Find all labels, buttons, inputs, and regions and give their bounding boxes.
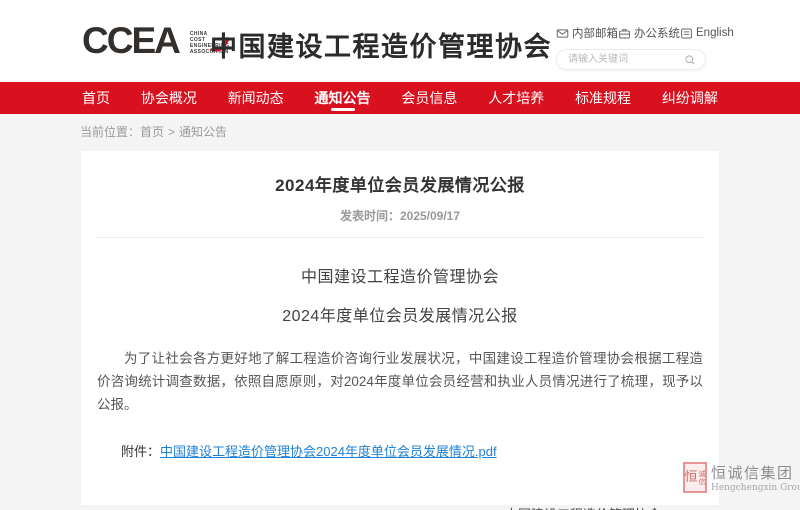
mail-icon xyxy=(556,27,569,40)
main-nav: 首页 协会概况 新闻动态 通知公告 会员信息 人才培养 标准规程 纠纷调解 xyxy=(0,82,800,114)
site-logo[interactable]: CCEA CHINA COST ENGINEERING ASSOCIATION xyxy=(82,22,229,60)
quick-link-label: 内部邮箱 xyxy=(572,25,618,41)
nav-item-about[interactable]: 协会概况 xyxy=(139,82,199,114)
search-icon[interactable] xyxy=(684,54,696,66)
signature-block: 中国建设工程造价管理协会 2025年9月17日 xyxy=(505,504,661,510)
watermark-name-en: Hengchengxin Group xyxy=(711,483,800,493)
quick-links: 内部邮箱 办公系统 xyxy=(556,25,706,41)
publish-time-label: 发表时间： xyxy=(340,209,400,223)
nav-item-home[interactable]: 首页 xyxy=(80,82,112,114)
quick-link-label: English xyxy=(696,27,734,39)
nav-item-dispute[interactable]: 纠纷调解 xyxy=(660,82,720,114)
search-box xyxy=(556,49,706,70)
quick-link-label: 办公系统 xyxy=(634,25,680,41)
logo-acronym: CCEA xyxy=(82,22,183,60)
publish-time: 发表时间：2025/09/17 xyxy=(81,207,719,224)
nav-item-standards[interactable]: 标准规程 xyxy=(573,82,633,114)
watermark-name-cn: 恒诚信集团 xyxy=(711,465,800,481)
breadcrumb-home[interactable]: 首页 xyxy=(140,125,164,139)
article-title: 2024年度单位会员发展情况公报 xyxy=(81,151,719,196)
quick-link-english[interactable]: English xyxy=(680,27,734,40)
article-card: 2024年度单位会员发展情况公报 发表时间：2025/09/17 中国建设工程造… xyxy=(81,151,719,505)
nav-item-news[interactable]: 新闻动态 xyxy=(226,82,286,114)
quick-link-office-system[interactable]: 办公系统 xyxy=(618,25,680,41)
article-paragraph: 为了让社会各方更好地了解工程造价咨询行业发展状况，中国建设工程造价管理协会根据工… xyxy=(97,347,703,416)
site-title: 中国建设工程造价管理协会 xyxy=(210,25,552,64)
breadcrumb: 当前位置：首页 > 通知公告 xyxy=(80,123,720,140)
publish-time-value: 2025/09/17 xyxy=(400,209,460,223)
page: CCEA CHINA COST ENGINEERING ASSOCIATION … xyxy=(0,0,800,510)
attachment-row: 附件：中国建设工程造价管理协会2024年度单位会员发展情况.pdf xyxy=(121,441,703,460)
quick-link-internal-mail[interactable]: 内部邮箱 xyxy=(556,25,618,41)
breadcrumb-separator: > xyxy=(168,125,175,139)
search-input[interactable] xyxy=(566,53,684,66)
briefcase-icon xyxy=(618,27,631,40)
breadcrumb-current[interactable]: 通知公告 xyxy=(179,125,227,139)
attachment-label: 附件： xyxy=(121,444,160,459)
breadcrumb-prefix: 当前位置： xyxy=(80,125,140,139)
nav-item-notices[interactable]: 通知公告 xyxy=(313,82,373,114)
watermark-text: 恒诚信集团 Hengchengxin Group xyxy=(711,462,800,493)
article-heading-org: 中国建设工程造价管理协会 xyxy=(81,263,719,287)
translate-icon xyxy=(680,27,693,40)
signature-org: 中国建设工程造价管理协会 xyxy=(505,504,661,510)
nav-item-training[interactable]: 人才培养 xyxy=(486,82,546,114)
nav-item-members[interactable]: 会员信息 xyxy=(399,82,459,114)
site-header: CCEA CHINA COST ENGINEERING ASSOCIATION … xyxy=(0,0,800,82)
divider xyxy=(97,237,703,238)
article-heading-subject: 2024年度单位会员发展情况公报 xyxy=(81,302,719,326)
attachment-pdf-link[interactable]: 中国建设工程造价管理协会2024年度单位会员发展情况.pdf xyxy=(160,444,497,459)
header-utilities: 内部邮箱 办公系统 xyxy=(556,25,706,70)
hengchengxin-seal-icon: 恒 诚 信 xyxy=(683,462,707,493)
hengchengxin-watermark: 恒 诚 信 恒诚信集团 Hengchengxin Group xyxy=(683,462,800,493)
